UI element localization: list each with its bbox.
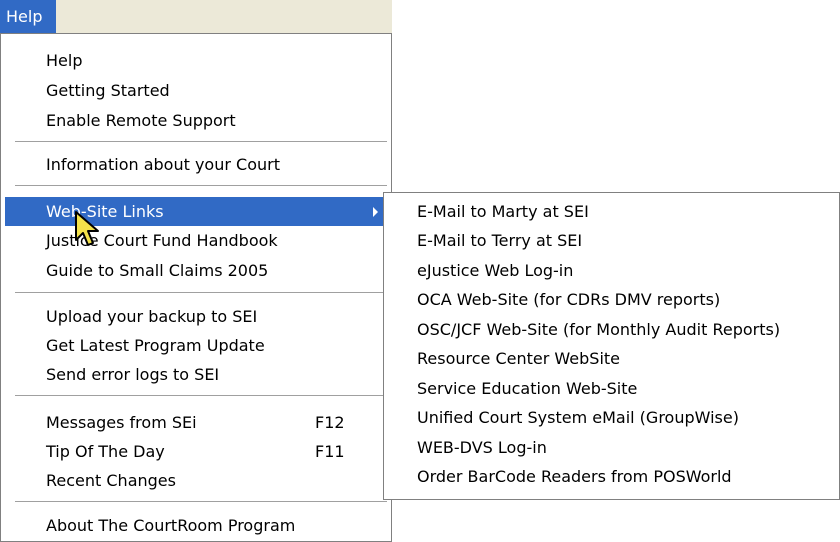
menu-bar: Help	[0, 0, 392, 34]
menu-separator	[15, 501, 387, 502]
arrow-cursor-icon	[75, 211, 99, 246]
menu-item-getting-started[interactable]: Getting Started	[5, 76, 388, 105]
submenu-item-osc-jcf-website[interactable]: OSC/JCF Web-Site (for Monthly Audit Repo…	[387, 315, 835, 344]
submenu-item-ejustice-login[interactable]: eJustice Web Log-in	[387, 256, 835, 285]
menu-help[interactable]: Help	[0, 0, 56, 33]
submenu-item-order-barcode[interactable]: Order BarCode Readers from POSWorld	[387, 462, 835, 491]
shortcut-label: F12	[315, 413, 345, 432]
menu-separator	[15, 185, 387, 186]
submenu-item-email-marty[interactable]: E-Mail to Marty at SEI	[387, 197, 835, 226]
menu-separator	[15, 395, 387, 396]
menu-item-help[interactable]: Help	[5, 46, 388, 75]
submenu-arrow-icon	[373, 207, 378, 217]
menu-item-small-claims-guide[interactable]: Guide to Small Claims 2005	[5, 256, 388, 285]
menu-separator	[15, 141, 387, 142]
menu-item-upload-backup[interactable]: Upload your backup to SEI	[5, 302, 388, 331]
submenu-item-oca-website[interactable]: OCA Web-Site (for CDRs DMV reports)	[387, 285, 835, 314]
menu-item-send-error-logs[interactable]: Send error logs to SEI	[5, 360, 388, 389]
submenu-item-resource-center[interactable]: Resource Center WebSite	[387, 344, 835, 373]
submenu-item-email-terry[interactable]: E-Mail to Terry at SEI	[387, 226, 835, 255]
submenu-item-service-education[interactable]: Service Education Web-Site	[387, 374, 835, 403]
menu-item-get-update[interactable]: Get Latest Program Update	[5, 331, 388, 360]
menu-separator	[15, 292, 387, 293]
menu-item-about[interactable]: About The CourtRoom Program	[5, 511, 388, 540]
menu-item-messages[interactable]: Messages from SEi F12	[5, 408, 388, 437]
menu-item-enable-remote-support[interactable]: Enable Remote Support	[5, 106, 388, 135]
menu-item-web-site-links[interactable]: Web-Site Links	[5, 197, 388, 226]
help-menu-dropdown: Help Getting Started Enable Remote Suppo…	[0, 33, 392, 542]
menu-item-messages-label: Messages from SEi	[46, 413, 197, 432]
web-site-links-submenu: E-Mail to Marty at SEI E-Mail to Terry a…	[383, 192, 840, 500]
shortcut-label: F11	[315, 442, 345, 461]
submenu-item-unified-court-email[interactable]: Unified Court System eMail (GroupWise)	[387, 403, 835, 432]
menu-item-fund-handbook[interactable]: Justice Court Fund Handbook	[5, 226, 388, 255]
menu-item-recent-changes[interactable]: Recent Changes	[5, 466, 388, 495]
menu-item-tip-of-day[interactable]: Tip Of The Day F11	[5, 437, 388, 466]
submenu-item-web-dvs-login[interactable]: WEB-DVS Log-in	[387, 433, 835, 462]
menu-item-court-information[interactable]: Information about your Court	[5, 150, 388, 179]
menu-item-tip-label: Tip Of The Day	[46, 442, 165, 461]
menu-item-web-site-links-label: Web-Site Links	[46, 202, 164, 221]
